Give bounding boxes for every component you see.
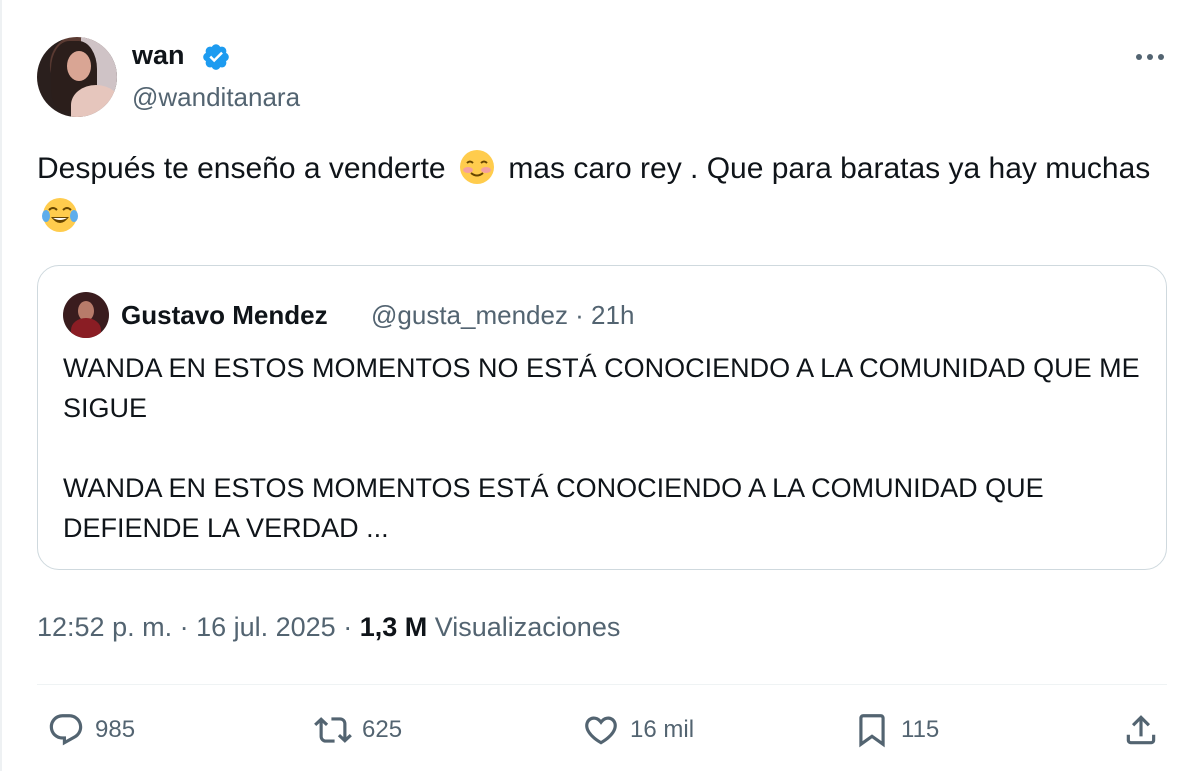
- action-divider: [37, 684, 1167, 685]
- smiling-face-with-hearts-icon: [459, 150, 494, 184]
- tweet-timestamp: 12:52 p. m. · 16 jul. 2025 · 1,3 M Visua…: [37, 609, 620, 645]
- quoted-author-name: Gustavo Mendez: [121, 300, 328, 330]
- share-icon: [1126, 715, 1156, 745]
- tweet-text: Después te enseño a venderte mas caro re…: [37, 145, 1157, 241]
- bookmark-icon: [859, 714, 885, 748]
- quoted-author-meta: @gusta_mendez · 21h: [371, 300, 635, 330]
- tweet-text-part1: Después te enseño a venderte: [37, 152, 446, 185]
- share-button[interactable]: [1122, 708, 1170, 752]
- tweet-text-part2: mas caro rey . Que para baratas ya hay m…: [508, 152, 1151, 185]
- repost-icon: [314, 717, 352, 743]
- timestamp-text[interactable]: 12:52 p. m. · 16 jul. 2025 ·: [37, 612, 360, 642]
- reply-button[interactable]: 985: [47, 708, 135, 752]
- views-label: Visualizaciones: [427, 612, 621, 642]
- quoted-tweet-card[interactable]: Gustavo Mendez @gusta_mendez · 21h WANDA…: [37, 265, 1167, 570]
- face-with-tears-of-joy-icon: [42, 198, 78, 232]
- heart-icon: [585, 716, 617, 745]
- reply-icon: [49, 714, 83, 746]
- author-handle[interactable]: @wanditanara: [132, 80, 300, 114]
- like-count: 16 mil: [630, 716, 695, 743]
- reply-count: 985: [95, 716, 136, 743]
- more-options-icon[interactable]: [1133, 44, 1167, 70]
- quoted-paragraph-1: WANDA EN ESTOS MOMENTOS NO ESTÁ CONOCIEN…: [63, 353, 1140, 423]
- author-name[interactable]: wan: [132, 38, 185, 72]
- bookmark-button[interactable]: 115: [853, 708, 939, 752]
- author-avatar[interactable]: [37, 37, 117, 117]
- verified-badge-icon: [203, 44, 229, 70]
- like-button[interactable]: 16 mil: [582, 708, 694, 752]
- repost-button[interactable]: 625: [314, 708, 402, 752]
- quoted-paragraph-2: WANDA EN ESTOS MOMENTOS ESTÁ CONOCIENDO …: [63, 473, 1044, 543]
- views-count: 1,3 M: [359, 612, 428, 642]
- left-edge-line: [0, 0, 2, 771]
- quoted-author-avatar[interactable]: [63, 292, 109, 338]
- repost-count: 625: [362, 716, 403, 743]
- bookmark-count: 115: [901, 716, 940, 743]
- quoted-tweet-text: WANDA EN ESTOS MOMENTOS NO ESTÁ CONOCIEN…: [63, 348, 1143, 548]
